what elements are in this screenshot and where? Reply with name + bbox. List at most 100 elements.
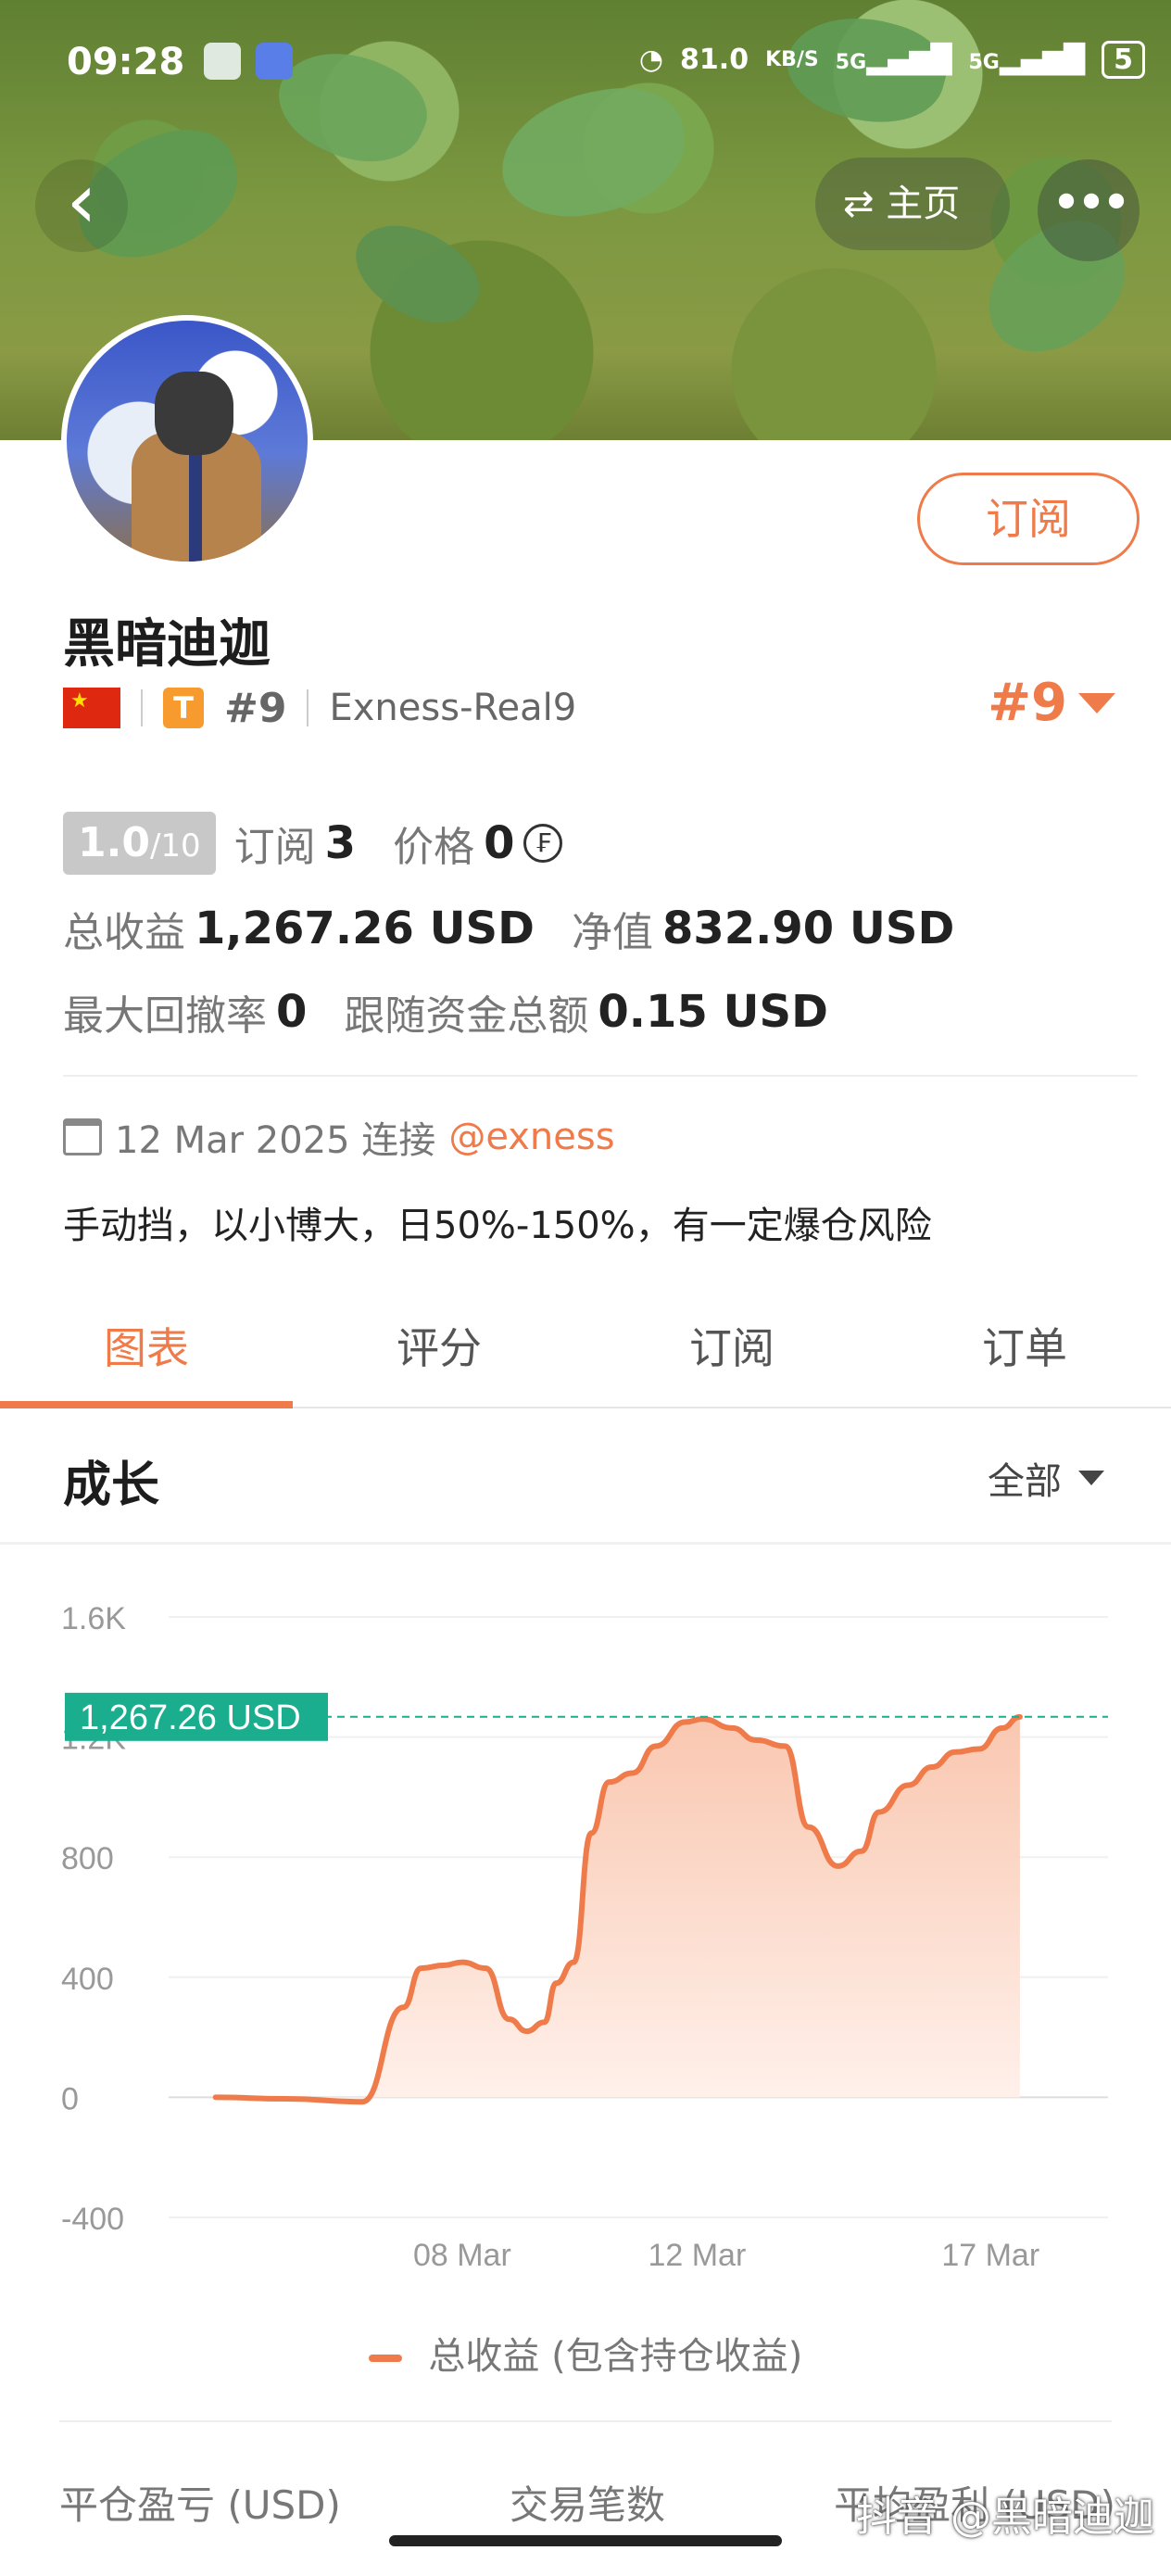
y-tick-label: 0 [61, 2081, 79, 2116]
current-value-label: 1,267.26 USD [80, 1698, 301, 1737]
tab-rating[interactable]: 评分 [293, 1307, 586, 1407]
battery-icon: 5 [1102, 41, 1145, 79]
avatar-figure-tie [189, 450, 202, 562]
data-point [403, 2006, 404, 2008]
data-point [215, 2096, 217, 2098]
max-drawdown-label: 最大回撤率 [63, 992, 267, 1040]
price-label: 价格 [393, 824, 475, 871]
data-point [731, 1727, 733, 1729]
data-point [702, 1718, 704, 1720]
divider [141, 689, 143, 726]
data-point [526, 2030, 528, 2032]
data-point [908, 1784, 910, 1786]
data-point [608, 1781, 610, 1783]
currency-coin-icon: ₣ [523, 824, 563, 863]
caret-down-icon [1078, 1471, 1104, 1485]
data-point [655, 1745, 657, 1747]
data-point [808, 1826, 810, 1828]
data-point [837, 1865, 838, 1867]
rank-large: #9 [988, 673, 1067, 733]
max-drawdown-value: 0 [276, 986, 308, 1038]
tab-subscribe[interactable]: 订阅 [586, 1307, 878, 1407]
section-divider [0, 1542, 1171, 1545]
account-name: Exness-Real9 [329, 687, 577, 729]
data-point [1019, 1716, 1021, 1718]
y-tick-label: 400 [61, 1962, 114, 1997]
y-tick-label: 800 [61, 1841, 114, 1876]
profile-meta-row: T #9 Exness-Real9 [63, 684, 577, 732]
series-area-fill [215, 1716, 1020, 2102]
chevron-left-icon: ‹ [66, 158, 97, 246]
data-point [590, 1832, 592, 1834]
calendar-icon [63, 1118, 102, 1155]
alarm-icon: ◔ [638, 44, 664, 76]
connection-date: 12 Mar 2025 连接 [115, 1119, 436, 1162]
y-tick-label: -400 [61, 2202, 124, 2237]
profile-name: 黑暗迪迦 [63, 614, 271, 675]
subscribe-count-label: 订阅 [233, 824, 316, 871]
divider [63, 1075, 1138, 1077]
legend-swatch [368, 2355, 402, 2362]
stats-row-2: 总收益 1,267.26 USD 净值 832.90 USD [63, 899, 954, 958]
data-point [421, 1967, 422, 1969]
data-point [461, 1962, 463, 1964]
y-tick-label: 1.6K [61, 1601, 126, 1636]
x-tick-label: 12 Mar [648, 2238, 746, 2273]
data-point [861, 1850, 863, 1852]
data-point [573, 1962, 574, 1964]
net-value-label: 净值 [571, 909, 653, 956]
score-badge: 1.0/10 [63, 812, 216, 875]
x-tick-label: 08 Mar [413, 2238, 511, 2273]
follow-funds-value: 0.15 USD [598, 986, 828, 1038]
network-speed-unit: KB/S [765, 48, 819, 71]
gesture-nav-bar[interactable] [389, 2535, 782, 2546]
follow-funds-label: 跟随资金总额 [344, 992, 589, 1040]
more-horizontal-icon: ••• [1051, 173, 1131, 234]
total-profit-label: 总收益 [63, 909, 185, 956]
banner-leaf [491, 77, 695, 229]
tab-chart[interactable]: 图表 [0, 1307, 293, 1408]
broker-link[interactable]: @exness [448, 1116, 614, 1158]
price-value: 0 [484, 817, 515, 869]
total-profit-value: 1,267.26 USD [195, 903, 535, 954]
data-point [509, 2018, 510, 2020]
more-button[interactable]: ••• [1038, 159, 1140, 261]
status-time: 09:28 [67, 41, 185, 83]
china-flag-icon [63, 688, 120, 728]
app-notification-icon [256, 43, 293, 89]
tab-orders[interactable]: 订单 [878, 1307, 1171, 1407]
subscribe-button[interactable]: 订阅 [917, 473, 1140, 565]
wechat-icon [204, 43, 241, 89]
home-button[interactable]: ⇄ 主页 [815, 158, 1010, 250]
range-select[interactable]: 全部 [988, 1451, 1104, 1505]
growth-title: 成长 [63, 1458, 160, 1513]
data-point [555, 1982, 557, 1984]
tab-bar: 图表 评分 订阅 订单 [0, 1307, 1171, 1408]
growth-chart[interactable]: -40004008001.2K1.6K 08 Mar12 Mar17 Mar 1… [0, 1575, 1171, 2317]
divider [59, 2420, 1112, 2422]
trade-count-header: 交易笔数 [509, 2482, 665, 2528]
net-value: 832.90 USD [661, 903, 955, 954]
rank-dropdown[interactable]: #9 [988, 673, 1115, 733]
data-point [1001, 1727, 1003, 1729]
connection-row: 12 Mar 2025 连接 @exness [63, 1110, 615, 1164]
data-point [632, 1772, 634, 1774]
watermark: 抖音 @黑暗迪迦 [856, 2494, 1154, 2541]
data-point [285, 2098, 287, 2100]
closed-pnl-header: 平仓盈亏 (USD) [59, 2482, 341, 2528]
data-point [485, 1967, 486, 1969]
data-point [755, 1739, 757, 1741]
divider [307, 689, 309, 726]
status-icons: ◔ 81.0 KB/S 5G▂▄▆█ 5G▂▄▆█ 5 [639, 41, 1145, 79]
chart-legend[interactable]: 总收益 (包含持仓收益) [0, 2326, 1171, 2380]
x-tick-label: 17 Mar [941, 2238, 1039, 2273]
profile-description: 手动挡，以小博大，日50%-150%，有一定爆仓风险 [63, 1205, 932, 1247]
range-select-value: 全部 [988, 1460, 1062, 1503]
chart-x-axis: 08 Mar 12 Mar 17 Mar [413, 2238, 1039, 2273]
data-point [784, 1745, 786, 1747]
rank-small: #9 [224, 684, 287, 732]
legend-label: 总收益 (包含持仓收益) [428, 2335, 803, 2378]
network-speed: 81.0 [680, 44, 749, 76]
back-button[interactable]: ‹ [35, 159, 128, 252]
avatar[interactable] [61, 315, 313, 567]
